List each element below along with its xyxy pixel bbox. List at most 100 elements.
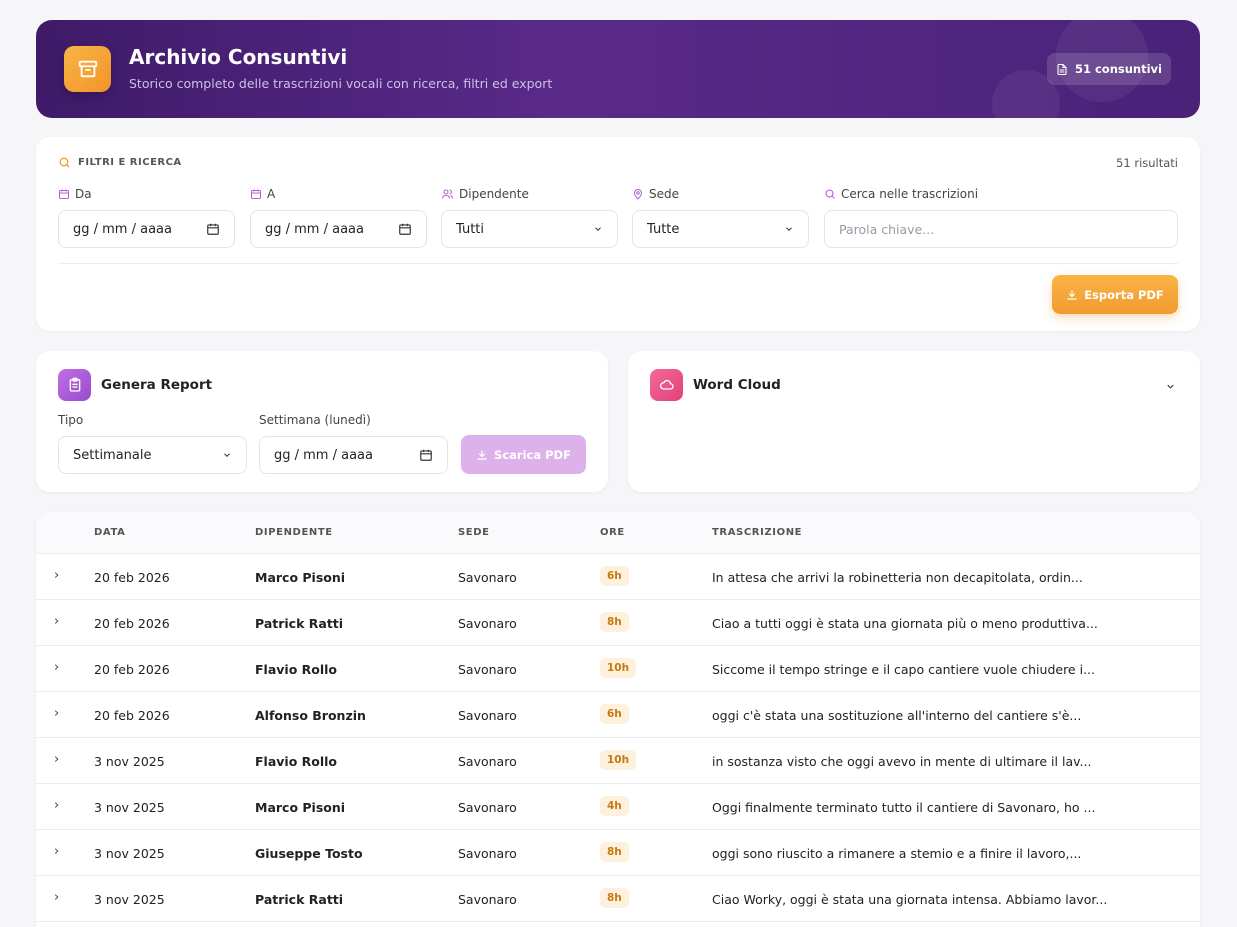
cell-site: Savonaro [458, 662, 517, 677]
chevron-right-icon[interactable]: › [54, 752, 59, 767]
cell-employee: Patrick Ratti [255, 892, 344, 907]
cell-employee: Flavio Rollo [255, 662, 338, 677]
calendar-icon[interactable] [398, 222, 412, 236]
cell-transcription: oggi sono riuscito a rimanere a stemio e… [712, 846, 1082, 861]
cell-employee: Alfonso Bronzin [255, 708, 366, 723]
chevron-right-icon[interactable]: › [54, 844, 59, 859]
cell-date: 20 feb 2026 [94, 616, 170, 631]
cell-transcription: oggi c'è stata una sostituzione all'inte… [712, 708, 1082, 723]
cell-employee: Flavio Rollo [255, 754, 338, 769]
hours-badge: 6h [600, 704, 629, 724]
hours-badge: 10h [600, 750, 637, 770]
table-row[interactable]: › 20 feb 2026 Marco Pisoni Savonaro 6h In att… [36, 554, 1200, 600]
chevron-down-icon[interactable] [1165, 381, 1176, 392]
table-row[interactable]: › 3 nov 2025 Patrick Ratti Savonaro 8h Ciao W… [36, 876, 1200, 922]
type-label: Tipo [58, 413, 84, 427]
cell-transcription: in sostanza visto che oggi avevo in ment… [712, 754, 1092, 769]
cell-site: Savonaro [458, 708, 517, 723]
hours-badge: 10h [600, 658, 637, 678]
cell-employee: Giuseppe Tosto [255, 846, 363, 861]
cell-site: Savonaro [458, 754, 517, 769]
cell-employee: Marco Pisoni [255, 570, 346, 585]
column-header-site: SEDE [458, 527, 490, 538]
page-title: Archivio Consuntivi [129, 45, 348, 69]
table-row[interactable]: › 20 feb 2026 Flavio Rollo Savonaro 10h Sicco… [36, 646, 1200, 692]
table-row[interactable]: › 3 nov 2025 Flavio Rollo Savonaro 10h in sos… [36, 738, 1200, 784]
download-icon [1067, 289, 1077, 300]
search-input[interactable]: Parola chiave... [824, 210, 1178, 248]
chevron-right-icon[interactable]: › [54, 706, 59, 721]
cell-transcription: Ciao Worky, oggi è stata una giornata in… [712, 892, 1108, 907]
cell-site: Savonaro [458, 846, 517, 861]
cell-date: 3 nov 2025 [94, 800, 165, 815]
chevron-right-icon[interactable]: › [54, 798, 59, 813]
week-date-input[interactable]: gg / mm / aaaa [259, 436, 448, 474]
cell-transcription: Oggi finalmente terminato tutto il canti… [712, 800, 1096, 815]
clipboard-icon [58, 369, 91, 401]
search-label: Cerca nelle trascrizioni [824, 187, 978, 201]
cell-employee: Patrick Ratti [255, 616, 344, 631]
chevron-right-icon[interactable]: › [54, 568, 59, 583]
calendar-icon [59, 189, 69, 199]
hours-badge: 8h [600, 842, 629, 862]
hours-badge: 6h [600, 566, 629, 586]
page-header: Archivio Consuntivi Storico completo del… [36, 20, 1200, 118]
export-pdf-button[interactable]: Esporta PDF [1052, 275, 1178, 314]
column-header-hours: ORE [600, 527, 625, 538]
archive-icon [64, 46, 111, 92]
column-header-date: DATA [94, 527, 126, 538]
cell-date: 3 nov 2025 [94, 892, 165, 907]
chevron-down-icon [595, 227, 601, 231]
employee-select[interactable]: Tutti [441, 210, 618, 248]
filters-title: FILTRI E RICERCA [58, 156, 182, 169]
chevron-right-icon[interactable]: › [54, 614, 59, 629]
hours-badge: 8h [600, 612, 629, 632]
date-to-input[interactable]: gg / mm / aaaa [250, 210, 427, 248]
date-from-input[interactable]: gg / mm / aaaa [58, 210, 235, 248]
cell-transcription: Ciao a tutti oggi è stata una giornata p… [712, 616, 1098, 631]
site-label: Sede [632, 187, 679, 201]
week-label: Settimana (lunedì) [259, 413, 371, 427]
column-header-transcription: TRASCRIZIONE [712, 527, 803, 538]
download-pdf-button[interactable]: Scarica PDF [461, 435, 586, 474]
hours-badge: 8h [600, 888, 629, 908]
cell-date: 20 feb 2026 [94, 708, 170, 723]
wordcloud-title: Word Cloud [693, 377, 781, 393]
records-table: DATA DIPENDENTE SEDE ORE TRASCRIZIONE › 2… [36, 512, 1200, 927]
page-subtitle: Storico completo delle trascrizioni voca… [129, 76, 553, 91]
search-icon [825, 189, 835, 199]
cell-transcription: Siccome il tempo stringe e il capo canti… [712, 662, 1095, 677]
cell-date: 20 feb 2026 [94, 570, 170, 585]
calendar-icon[interactable] [206, 222, 220, 236]
cell-site: Savonaro [458, 800, 517, 815]
search-icon [59, 157, 70, 168]
chevron-down-icon [224, 453, 230, 457]
cloud-icon [650, 369, 683, 401]
report-title: Genera Report [101, 377, 213, 393]
chevron-right-icon[interactable]: › [54, 660, 59, 675]
count-badge: 51 consuntivi [1047, 53, 1171, 85]
employee-label: Dipendente [441, 187, 529, 201]
calendar-icon[interactable] [419, 448, 433, 462]
table-row[interactable]: › 3 nov 2025 Giuseppe Tosto Savonaro 8h oggi … [36, 830, 1200, 876]
table-row[interactable]: › 20 feb 2026 Alfonso Bronzin Savonaro 6h ogg… [36, 692, 1200, 738]
calendar-icon [251, 189, 261, 199]
map-pin-icon [633, 189, 643, 200]
wordcloud-panel[interactable]: Word Cloud [628, 351, 1200, 492]
filters-panel: FILTRI E RICERCA 51 risultati Da gg / mm… [36, 137, 1200, 331]
hours-badge: 4h [600, 796, 629, 816]
to-label: A [250, 187, 275, 201]
chevron-right-icon[interactable]: › [54, 890, 59, 905]
table-row[interactable]: › 3 nov 2025 Marco Pisoni Savonaro 4h Oggi fi… [36, 784, 1200, 830]
document-icon [1057, 63, 1067, 75]
users-icon [442, 189, 453, 199]
from-label: Da [58, 187, 92, 201]
table-row[interactable]: › 20 feb 2026 Patrick Ratti Savonaro 8h Ciao … [36, 600, 1200, 646]
report-type-select[interactable]: Settimanale [58, 436, 247, 474]
cell-date: 3 nov 2025 [94, 846, 165, 861]
cell-employee: Marco Pisoni [255, 800, 346, 815]
report-panel: Genera Report Tipo Settimanale Settimana… [36, 351, 608, 492]
site-select[interactable]: Tutte [632, 210, 809, 248]
results-count: 51 risultati [1116, 156, 1178, 170]
cell-date: 3 nov 2025 [94, 754, 165, 769]
